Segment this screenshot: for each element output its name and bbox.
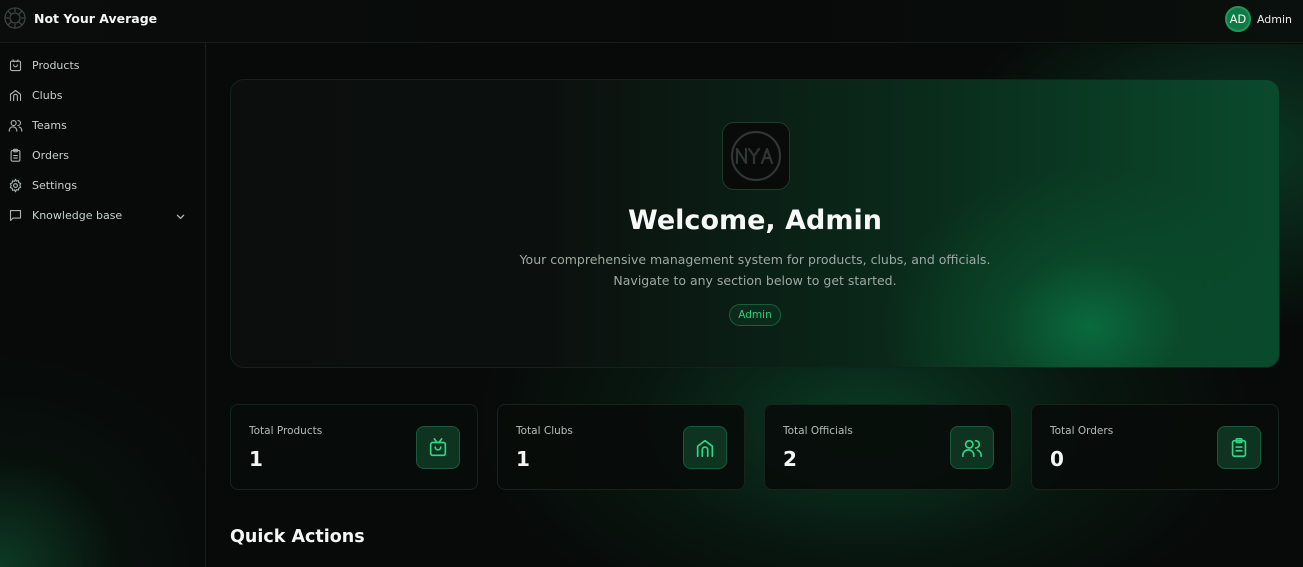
user-name: Admin — [1256, 12, 1292, 26]
main-content: Welcome, Admin Your comprehensive manage… — [207, 44, 1303, 567]
stat-title: Total Officials — [783, 425, 853, 437]
building-icon — [9, 89, 22, 101]
stat-value: 1 — [516, 447, 530, 471]
chevron-down-icon[interactable] — [173, 209, 188, 224]
stat-title: Total Orders — [1050, 425, 1114, 437]
sidebar-item-label: Products — [32, 58, 80, 72]
role-badge: Admin — [729, 304, 781, 326]
hero-logo — [722, 122, 790, 190]
stat-icon-tile — [950, 426, 994, 469]
quick-actions-title: Quick Actions — [230, 527, 365, 547]
app-title: Not Your Average — [34, 10, 158, 26]
hero-subtitle-line-2: Navigate to any section below to get sta… — [613, 273, 897, 288]
sidebar-item-label: Teams — [32, 118, 67, 132]
sidebar-item-settings[interactable]: Settings — [8, 174, 196, 196]
stat-title: Total Products — [249, 425, 323, 437]
clipboard-icon — [1231, 437, 1247, 457]
brand[interactable]: Not Your Average — [2, 4, 157, 32]
nya-logo-icon — [730, 130, 782, 182]
message-square-icon — [9, 209, 22, 221]
avatar[interactable]: AD — [1224, 6, 1251, 32]
sidebar-item-products[interactable]: Products — [8, 54, 196, 76]
sidebar-item-teams[interactable]: Teams — [8, 114, 196, 136]
stat-value: 2 — [783, 447, 797, 471]
welcome-hero: Welcome, Admin Your comprehensive manage… — [230, 79, 1280, 368]
users-icon — [962, 439, 982, 457]
top-bar: Not Your Average AD Admin — [0, 0, 1303, 43]
sidebar-item-label: Clubs — [32, 88, 63, 102]
brand-logo-icon — [2, 5, 28, 31]
shopping-bag-icon — [9, 58, 22, 71]
stat-card-clubs[interactable]: Total Clubs 1 — [497, 404, 745, 490]
stat-title: Total Clubs — [516, 425, 573, 437]
page-title: Welcome, Admin — [628, 205, 882, 236]
shopping-bag-icon — [429, 437, 447, 456]
sidebar-item-knowledge-base[interactable]: Knowledge base — [8, 204, 196, 226]
sidebar-item-label: Knowledge base — [32, 208, 123, 222]
sidebar-item-label: Orders — [32, 148, 69, 162]
sidebar-item-orders[interactable]: Orders — [8, 144, 196, 166]
sidebar: Products Clubs Teams Orders Settings Kno… — [0, 43, 206, 567]
user-menu[interactable]: AD Admin — [1224, 6, 1292, 32]
stat-value: 0 — [1050, 447, 1064, 471]
users-icon — [8, 119, 23, 132]
stat-icon-tile — [416, 426, 460, 469]
hero-subtitle-line-1: Your comprehensive management system for… — [519, 252, 991, 267]
sidebar-item-clubs[interactable]: Clubs — [8, 84, 196, 106]
stat-icon-tile — [1217, 426, 1261, 469]
sidebar-item-label: Settings — [32, 178, 78, 192]
gear-icon — [9, 178, 22, 192]
stat-card-orders[interactable]: Total Orders 0 — [1031, 404, 1279, 490]
stat-card-officials[interactable]: Total Officials 2 — [764, 404, 1012, 490]
stat-icon-tile — [683, 426, 727, 469]
stat-value: 1 — [249, 447, 263, 471]
building-icon — [696, 439, 714, 457]
stat-card-products[interactable]: Total Products 1 — [230, 404, 478, 490]
clipboard-icon — [10, 148, 21, 162]
